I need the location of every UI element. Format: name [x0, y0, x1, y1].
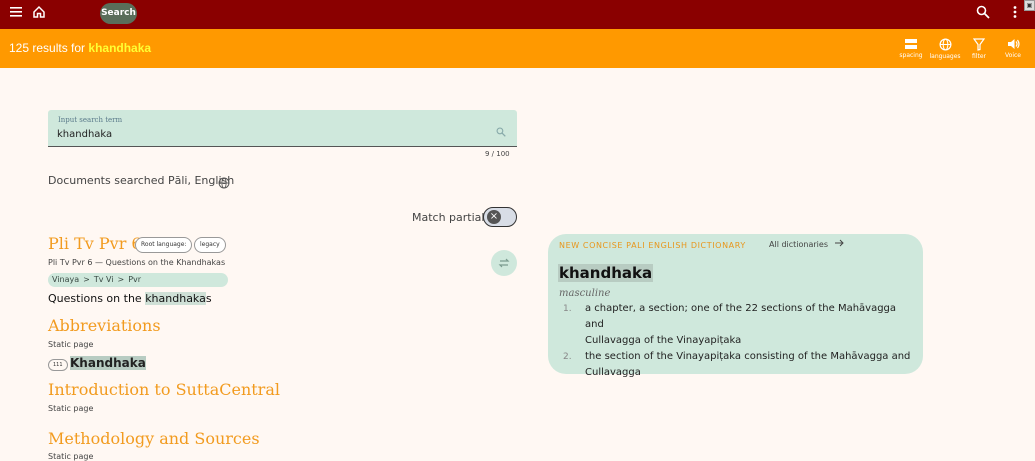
globe-icon [939, 38, 951, 51]
char-counter: 9 / 100 [485, 150, 510, 158]
voice-label: Voice [1005, 52, 1021, 59]
dictionary-card: NEW CONCISE PALI ENGLISH DICTIONARY All … [548, 234, 923, 378]
snippet-highlight: khandhaka [145, 292, 206, 305]
dictionary-name: NEW CONCISE PALI ENGLISH DICTIONARY [559, 241, 746, 250]
swap-button[interactable] [491, 250, 517, 276]
result-subtitle: Pli Tv Pvr 6 — Questions on the Khandhak… [48, 258, 226, 267]
results-term: khandhaka [88, 41, 152, 55]
close-icon: × [487, 210, 501, 224]
result-title[interactable]: Abbreviations [48, 316, 161, 335]
breadcrumb: Vinaya > Tv Vi > Pvr [48, 273, 228, 287]
search-input[interactable] [57, 126, 477, 142]
search-button[interactable]: Search [100, 3, 137, 24]
snippet-text: Questions on the [48, 292, 146, 305]
languages-label: languages [929, 53, 961, 60]
definition-number: 2. [563, 352, 572, 362]
result-title[interactable]: Methodology and Sources [48, 429, 260, 448]
breadcrumb-item[interactable]: Tv Vi [94, 275, 114, 284]
breadcrumb-item[interactable]: Pvr [128, 275, 141, 284]
result-snippet: Questions on the khandhakas [48, 292, 212, 305]
count-chip: 111 [48, 359, 68, 371]
all-dictionaries-link[interactable]: All dictionaries [769, 239, 844, 249]
menu-icon[interactable] [9, 4, 29, 24]
speaker-icon [1007, 39, 1020, 49]
match-partial-label: Match partial [412, 211, 485, 224]
match-partial-toggle[interactable]: × [483, 207, 517, 227]
results-header: 125 results for khandhaka spacing langua… [0, 29, 1035, 68]
search-field-icon[interactable] [496, 122, 506, 141]
result-link[interactable]: Khandhaka [70, 356, 146, 370]
result-title[interactable]: Pli Tv Pvr 6 [48, 234, 142, 253]
filter-button[interactable]: filter [961, 38, 997, 60]
spacing-label: spacing [899, 52, 923, 59]
arrow-right-icon [834, 239, 844, 247]
definition-text: Cullavagga of the Vinayapiṭaka [585, 335, 742, 346]
results-count: 125 results for [9, 41, 86, 55]
documents-searched: Documents searched Pāli, English [48, 174, 235, 187]
search-icon[interactable] [976, 4, 996, 24]
language-globe-icon[interactable] [218, 174, 230, 193]
legacy-chip: legacy [194, 237, 226, 253]
filter-label: filter [972, 53, 986, 60]
results-title: 125 results for khandhaka [9, 41, 151, 55]
spacing-button[interactable]: spacing [893, 38, 929, 59]
window-badge-icon: ▣ [1024, 0, 1035, 11]
result-subtitle: Static page [48, 404, 94, 413]
swap-icon [498, 258, 510, 268]
dictionary-headword: khandhaka [558, 264, 654, 282]
definition-number: 1. [563, 304, 572, 314]
languages-button[interactable]: languages [927, 38, 963, 60]
result-subtitle: Static page [48, 340, 94, 349]
definition-item: 2. the section of the Vinayapiṭaka consi… [548, 349, 918, 381]
definition-text: a chapter, a section; one of the 22 sect… [585, 303, 897, 330]
breadcrumb-separator: > [83, 275, 90, 284]
link-highlight: Khandhaka [70, 356, 146, 370]
search-field[interactable]: Input search term [48, 110, 517, 147]
home-icon[interactable] [32, 4, 52, 24]
definition-text: Cullavagga [585, 367, 641, 378]
breadcrumb-separator: > [117, 275, 125, 284]
definition-list: 1. a chapter, a section; one of the 22 s… [548, 301, 918, 381]
all-dictionaries-label: All dictionaries [769, 240, 828, 249]
result-title[interactable]: Introduction to SuttaCentral [48, 380, 280, 399]
dictionary-grammar: masculine [559, 288, 611, 299]
spacing-icon [905, 39, 917, 49]
breadcrumb-item[interactable]: Vinaya [52, 275, 79, 284]
snippet-text: s [205, 292, 212, 305]
top-app-bar: Search ▣ [0, 0, 1035, 29]
definition-text: the section of the Vinayapiṭaka consisti… [585, 351, 911, 362]
filter-icon [973, 38, 985, 51]
root-language-chip: Root language: [135, 237, 193, 253]
voice-button[interactable]: Voice [995, 38, 1031, 59]
result-subtitle: Static page [48, 452, 94, 461]
definition-item: 1. a chapter, a section; one of the 22 s… [548, 301, 918, 349]
search-field-label: Input search term [58, 116, 123, 124]
